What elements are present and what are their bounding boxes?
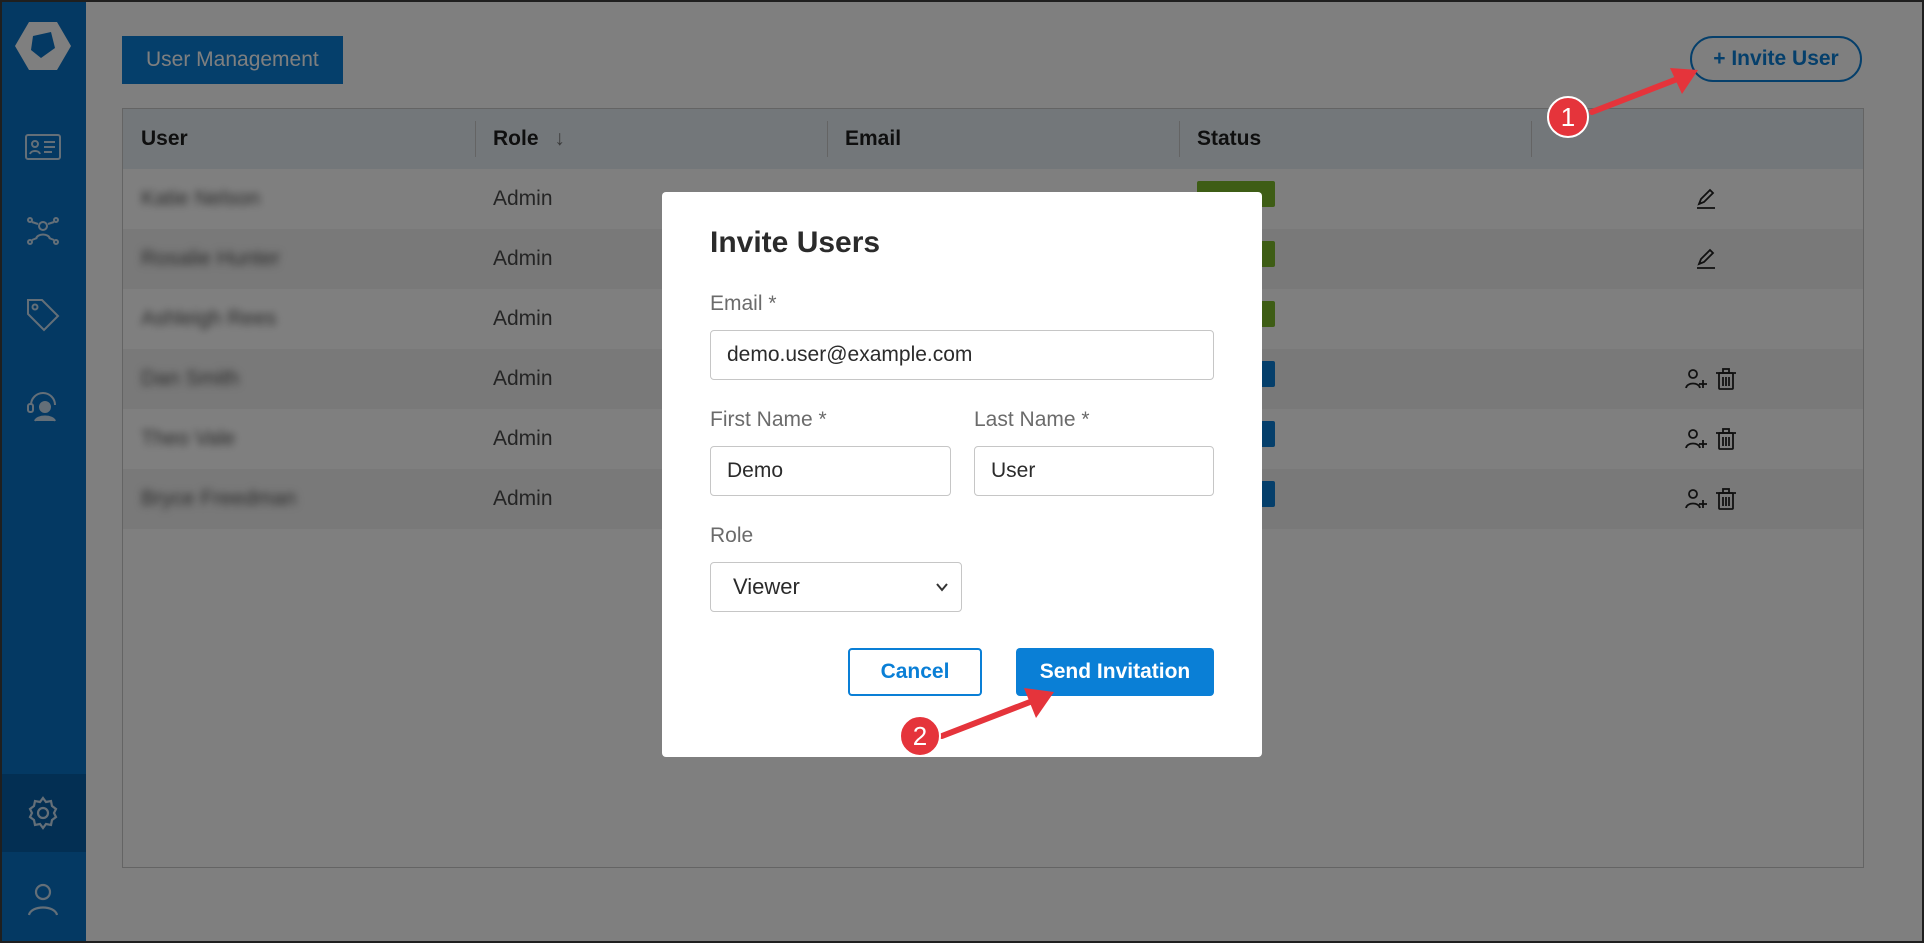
annotation-callout-2: 2 (899, 715, 941, 757)
email-field[interactable] (710, 330, 1214, 380)
last-name-label: Last Name * (974, 408, 1090, 431)
role-select-value: Viewer (733, 574, 800, 599)
role-label: Role (710, 524, 754, 547)
invite-users-dialog: Invite Users Email * First Name * Last N… (662, 192, 1262, 757)
annotation-callout-1: 1 (1547, 96, 1589, 138)
first-name-field[interactable] (710, 446, 951, 496)
last-name-field[interactable] (974, 446, 1214, 496)
dialog-title: Invite Users (710, 226, 881, 259)
chevron-down-icon (936, 583, 948, 592)
annotation-arrow-2 (939, 688, 1054, 739)
first-name-label: First Name * (710, 408, 827, 431)
email-label: Email * (710, 292, 777, 315)
annotation-arrow-1 (1589, 68, 1698, 115)
role-select[interactable]: Viewer (710, 562, 962, 612)
